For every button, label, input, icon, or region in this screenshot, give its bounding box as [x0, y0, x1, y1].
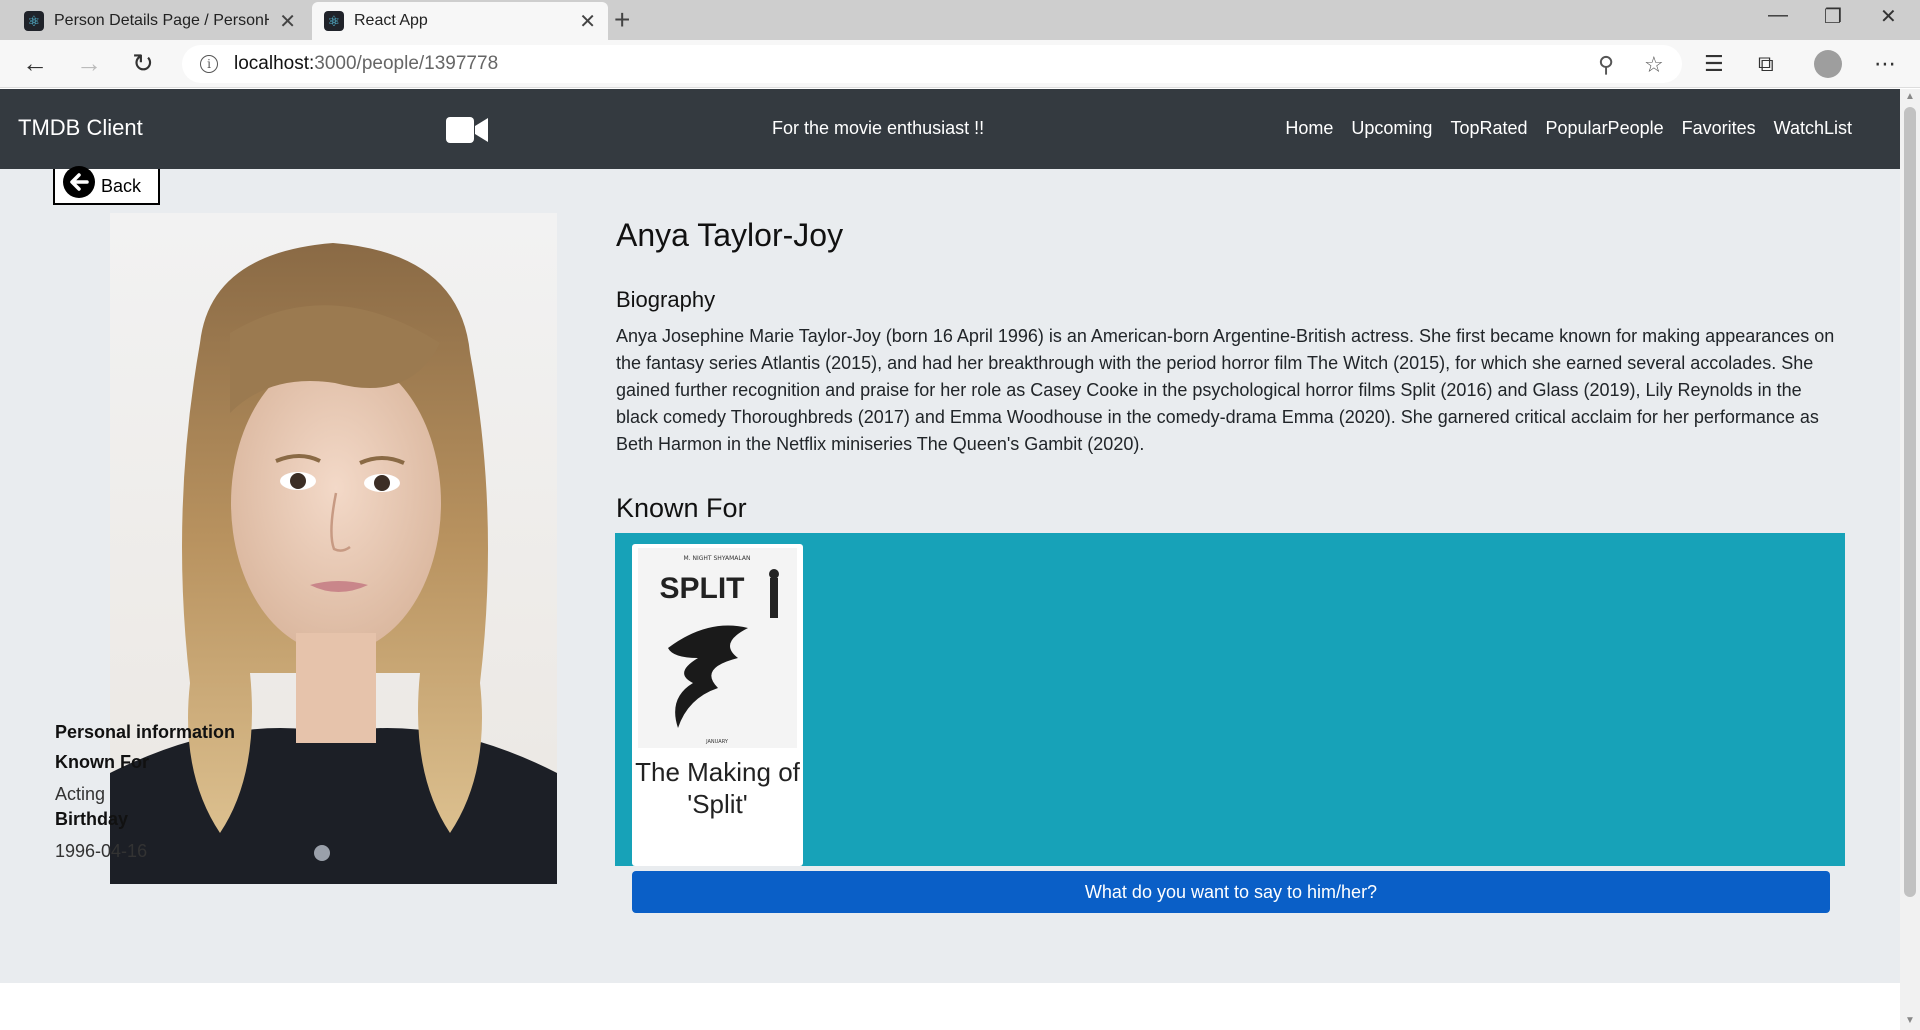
known-for-value: Acting	[55, 784, 106, 804]
tab-label: React App	[354, 12, 428, 29]
url-input[interactable]: i localhost: 3000/people/1397778 ⚲ ☆	[182, 45, 1682, 83]
browser-tab-bar: ⚛ Person Details Page / PersonHea ✕ ⚛ Re…	[0, 0, 1920, 40]
react-favicon-icon: ⚛	[24, 11, 44, 31]
page-viewport: TMDB Client For the movie enthusiast !! …	[0, 89, 1900, 1030]
favorite-star-icon[interactable]: ☆	[1644, 52, 1664, 78]
message-button[interactable]: What do you want to say to him/her?	[632, 871, 1830, 913]
nav-popular-people[interactable]: PopularPeople	[1546, 118, 1664, 139]
movie-poster[interactable]: M. NIGHT SHYAMALAN SPLIT JANUARY	[638, 548, 797, 748]
movie-title[interactable]: The Making of 'Split'	[632, 756, 803, 820]
main-nav: Home Upcoming TopRated PopularPeople Fav…	[1285, 118, 1852, 139]
video-camera-icon	[446, 117, 488, 143]
scroll-down-icon[interactable]: ▼	[1905, 1015, 1915, 1026]
arrow-left-circle-icon	[63, 166, 95, 198]
minimize-icon[interactable]: —	[1768, 4, 1788, 27]
close-tab-icon[interactable]: ✕	[279, 9, 296, 34]
restore-icon[interactable]: ❐	[1824, 4, 1842, 29]
url-path: 3000/people/1397778	[314, 53, 499, 74]
tagline: For the movie enthusiast !!	[772, 118, 985, 138]
profile-avatar[interactable]	[1814, 50, 1842, 78]
biography-heading: Biography	[616, 287, 716, 312]
tab-label: Person Details Page / PersonHea	[54, 12, 269, 29]
browser-address-bar: ← → ↻ i localhost: 3000/people/1397778 ⚲ …	[0, 40, 1920, 88]
scroll-up-icon[interactable]: ▲	[1905, 91, 1915, 102]
forward-arrow-icon[interactable]: →	[76, 48, 102, 79]
new-tab-icon[interactable]: +	[614, 4, 630, 36]
known-for-heading: Known For	[616, 493, 747, 523]
birthday-value: 1996-04-16	[55, 841, 148, 861]
poster-director-text: M. NIGHT SHYAMALAN	[684, 555, 751, 562]
url-host: localhost:	[234, 53, 315, 74]
site-info-icon[interactable]: i	[200, 55, 218, 73]
person-portrait	[110, 213, 557, 884]
more-menu-icon[interactable]: ⋯	[1874, 51, 1896, 77]
back-button[interactable]: Back	[53, 166, 160, 205]
personal-info-heading: Personal information	[55, 722, 236, 742]
zoom-icon[interactable]: ⚲	[1598, 52, 1614, 78]
refresh-icon[interactable]: ↻	[132, 48, 154, 79]
page-bottom-area	[0, 983, 1900, 1030]
nav-home[interactable]: Home	[1285, 118, 1333, 139]
site-navbar: TMDB Client For the movie enthusiast !! …	[0, 89, 1900, 169]
browser-tab-active[interactable]: ⚛ React App ✕	[312, 2, 608, 40]
nav-upcoming[interactable]: Upcoming	[1351, 118, 1432, 139]
react-favicon-icon: ⚛	[324, 11, 344, 31]
favorites-list-icon[interactable]: ☰	[1704, 51, 1724, 77]
scroll-thumb[interactable]	[1904, 107, 1916, 897]
page-scrollbar[interactable]: ▲ ▼	[1900, 89, 1920, 1030]
known-for-panel: M. NIGHT SHYAMALAN SPLIT JANUARY The Mak…	[615, 533, 1845, 866]
back-arrow-icon[interactable]: ←	[22, 48, 48, 79]
birthday-label: Birthday	[55, 809, 129, 829]
collections-icon[interactable]: ⧉	[1758, 51, 1774, 77]
biography-text: Anya Josephine Marie Taylor-Joy (born 16…	[616, 326, 1835, 454]
close-window-icon[interactable]: ✕	[1880, 4, 1897, 29]
back-label: Back	[101, 175, 142, 196]
movie-card[interactable]: M. NIGHT SHYAMALAN SPLIT JANUARY The Mak…	[632, 544, 803, 866]
brand-title[interactable]: TMDB Client	[18, 115, 143, 141]
close-tab-icon[interactable]: ✕	[579, 9, 596, 34]
poster-footer-text: JANUARY	[705, 739, 729, 745]
nav-watchlist[interactable]: WatchList	[1774, 118, 1852, 139]
browser-tab[interactable]: ⚛ Person Details Page / PersonHea ✕	[12, 2, 308, 40]
person-name: Anya Taylor-Joy	[616, 217, 844, 253]
nav-favorites[interactable]: Favorites	[1682, 118, 1756, 139]
poster-title-text: SPLIT	[659, 572, 744, 605]
known-for-label: Known For	[55, 752, 149, 772]
nav-top-rated[interactable]: TopRated	[1450, 118, 1527, 139]
